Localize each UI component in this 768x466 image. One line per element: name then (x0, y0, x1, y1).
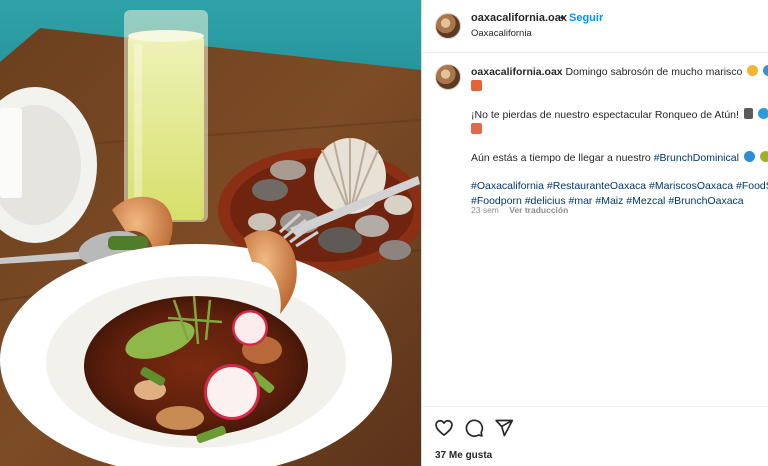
avatar[interactable] (435, 13, 461, 39)
post-actions-bar: 37 Me gusta (422, 406, 768, 466)
post-header: oaxacalifornia.oax • Seguir Oaxacaliforn… (422, 0, 768, 53)
share-icon[interactable] (494, 418, 514, 438)
food-photo-illustration (0, 0, 421, 466)
heart-icon[interactable] (434, 418, 454, 438)
hashtag[interactable]: #Maiz (595, 195, 623, 207)
smiling-face-emoji-icon (747, 65, 759, 76)
follow-button[interactable]: Seguir (569, 12, 603, 24)
hashtags-row-1: #Oaxacalifornia #RestauranteOaxaca #Mari… (471, 179, 768, 194)
knife-emoji-icon (743, 108, 753, 119)
post-meta: 23 sem Ver traducción (471, 205, 568, 215)
hashtag[interactable]: #mar (569, 195, 593, 207)
post-details-panel: oaxacalifornia.oax • Seguir Oaxacaliforn… (421, 0, 768, 466)
hashtag[interactable]: #Mezcal (626, 195, 665, 207)
caption-line-3: Aún estás a tiempo de llegar a nuestro (471, 152, 651, 164)
wave-emoji-icon (743, 151, 755, 162)
fish-emoji-icon (763, 65, 768, 76)
hashtag[interactable]: #FoodSe (736, 180, 768, 192)
caption-line-2: ¡No te pierdas de nuestro espectacular R… (471, 109, 739, 121)
hashtag[interactable]: #MariscosOaxaca (649, 180, 733, 192)
hashtag[interactable]: #Oaxacalifornia (471, 180, 544, 192)
caption-avatar[interactable] (435, 64, 461, 90)
palm-tree-emoji-icon (759, 151, 768, 162)
tropical-fish-emoji-icon (757, 108, 768, 119)
caption-line-1: Domingo sabrosón de mucho marisco (565, 66, 743, 78)
post-age[interactable]: 23 sem (471, 205, 499, 215)
post-location[interactable]: Oaxacalifornia (471, 28, 532, 39)
hashtag[interactable]: #BrunchOaxaca (668, 195, 743, 207)
see-translation-button[interactable]: Ver traducción (509, 205, 568, 215)
post-author-username[interactable]: oaxacalifornia.oax (471, 12, 567, 24)
hashtag-brunchdominical[interactable]: #BrunchDominical (654, 152, 739, 164)
hashtag[interactable]: #RestauranteOaxaca (547, 180, 646, 192)
likes-count[interactable]: 37 Me gusta (435, 450, 492, 461)
comment-icon[interactable] (464, 418, 484, 438)
sushi-emoji-icon-2 (471, 123, 482, 134)
separator-dot: • (560, 12, 564, 24)
caption-username[interactable]: oaxacalifornia.oax (471, 66, 563, 78)
instagram-post-view: oaxacalifornia.oax • Seguir Oaxacaliforn… (0, 0, 768, 466)
post-photo[interactable] (0, 0, 421, 466)
sushi-emoji-icon (471, 80, 482, 91)
post-caption: oaxacalifornia.oax Domingo sabrosón de m… (471, 65, 768, 209)
